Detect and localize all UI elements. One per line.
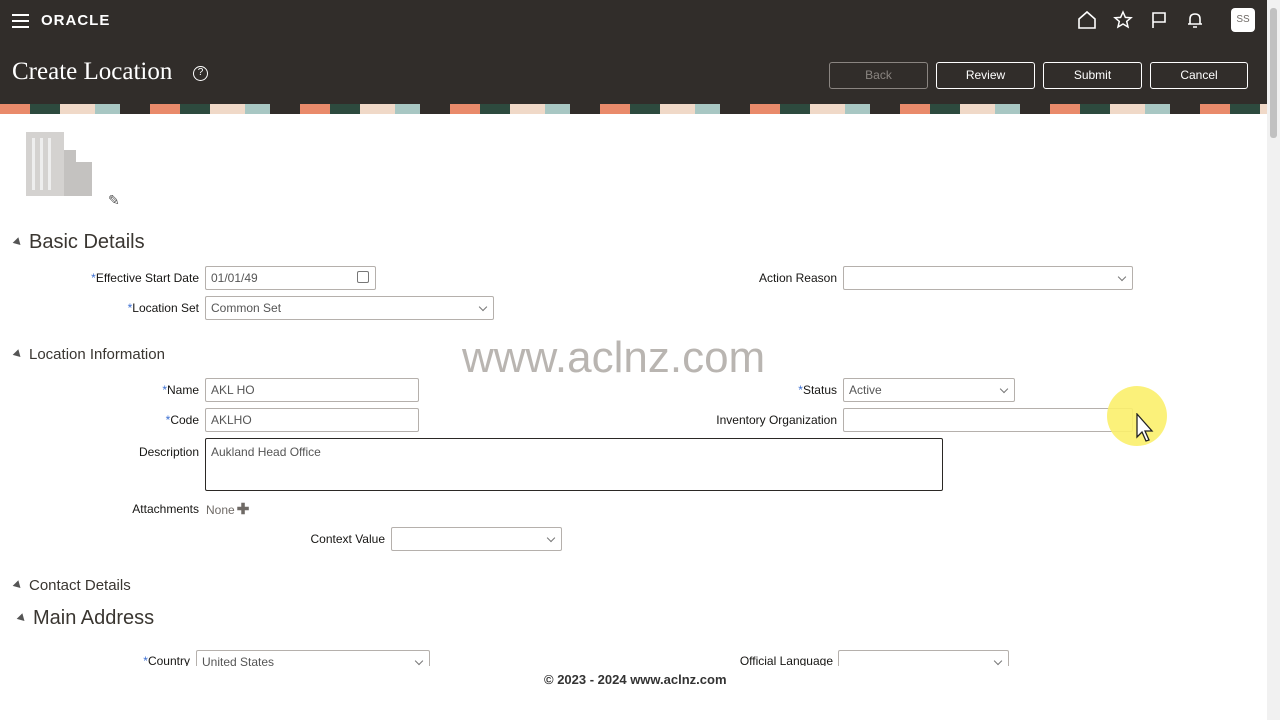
collapse-triangle-icon bbox=[12, 237, 24, 248]
chevron-down-icon bbox=[478, 302, 488, 312]
official-language-select[interactable] bbox=[838, 650, 1009, 666]
submit-button[interactable]: Submit bbox=[1043, 62, 1142, 89]
location-set-label: *Location Set bbox=[127, 301, 199, 315]
avatar[interactable]: SS bbox=[1231, 8, 1255, 32]
header-icons: SS bbox=[1077, 8, 1255, 32]
section-title: Basic Details bbox=[29, 231, 145, 253]
oracle-logo[interactable]: ORACLE bbox=[41, 12, 110, 29]
name-label: *Name bbox=[162, 383, 199, 397]
country-select[interactable]: United States bbox=[196, 650, 430, 666]
inventory-organization-select[interactable] bbox=[843, 408, 1133, 432]
chevron-down-icon bbox=[546, 533, 556, 543]
effective-start-date-field[interactable]: 01/01/49 bbox=[205, 266, 376, 290]
watermark: www.aclnz.com bbox=[462, 333, 766, 382]
section-basic-details[interactable]: Basic Details bbox=[12, 231, 145, 254]
edit-pencil-icon[interactable]: ✎ bbox=[108, 192, 120, 209]
section-title: Contact Details bbox=[29, 577, 131, 594]
section-main-address[interactable]: Main Address bbox=[16, 607, 155, 630]
status-select[interactable]: Active bbox=[843, 378, 1015, 402]
page-title: Create Location bbox=[12, 58, 173, 85]
action-reason-label: Action Reason bbox=[758, 271, 837, 285]
global-header: ORACLE SS Create Location ? Back Review … bbox=[0, 0, 1267, 104]
flag-icon[interactable] bbox=[1149, 10, 1169, 30]
star-icon[interactable] bbox=[1113, 10, 1133, 30]
action-reason-select[interactable] bbox=[843, 266, 1133, 290]
status-label: *Status bbox=[798, 383, 837, 397]
building-icon bbox=[24, 128, 94, 198]
attachments-value: None ✚ bbox=[206, 501, 250, 518]
section-title: Location Information bbox=[29, 346, 165, 363]
home-icon[interactable] bbox=[1077, 10, 1097, 30]
chevron-down-icon bbox=[993, 656, 1003, 666]
official-language-label: Official Language bbox=[739, 654, 833, 666]
section-title: Main Address bbox=[33, 607, 155, 629]
footer-copyright: © 2023 - 2024 www.aclnz.com bbox=[544, 672, 727, 687]
description-label: Description bbox=[138, 445, 199, 459]
bell-icon[interactable] bbox=[1185, 10, 1205, 30]
location-set-select[interactable]: Common Set bbox=[205, 296, 494, 320]
header-banner bbox=[0, 104, 1267, 114]
collapse-triangle-icon bbox=[16, 613, 28, 624]
help-icon[interactable]: ? bbox=[193, 66, 208, 81]
scrollbar-thumb[interactable] bbox=[1270, 8, 1277, 138]
inventory-organization-label: Inventory Organization bbox=[716, 413, 837, 427]
chevron-down-icon bbox=[1117, 272, 1127, 282]
description-textarea[interactable]: Aukland Head Office bbox=[205, 438, 943, 491]
back-button[interactable]: Back bbox=[829, 62, 928, 89]
context-value-label: Context Value bbox=[310, 532, 386, 546]
context-value-select[interactable] bbox=[391, 527, 562, 551]
attachments-label: Attachments bbox=[132, 502, 199, 516]
effective-start-date-label: *Effective Start Date bbox=[91, 271, 199, 285]
chevron-down-icon bbox=[414, 656, 424, 666]
calendar-icon[interactable] bbox=[357, 271, 369, 283]
menu-icon[interactable] bbox=[12, 14, 29, 28]
mouse-cursor-icon bbox=[1136, 412, 1156, 443]
collapse-triangle-icon bbox=[12, 349, 24, 360]
cancel-button[interactable]: Cancel bbox=[1150, 62, 1248, 89]
scrollbar[interactable] bbox=[1267, 0, 1280, 720]
chevron-down-icon bbox=[999, 384, 1009, 394]
code-label: *Code bbox=[165, 413, 199, 427]
code-input[interactable]: AKLHO bbox=[205, 408, 419, 432]
address-row: *Country United States Official Language bbox=[0, 650, 1267, 666]
name-input[interactable]: AKL HO bbox=[205, 378, 419, 402]
country-label: *Country bbox=[143, 654, 190, 666]
add-attachment-icon[interactable]: ✚ bbox=[237, 501, 250, 518]
section-contact-details[interactable]: Contact Details bbox=[12, 577, 131, 594]
section-location-information[interactable]: Location Information bbox=[12, 346, 165, 363]
collapse-triangle-icon bbox=[12, 580, 24, 591]
review-button[interactable]: Review bbox=[936, 62, 1035, 89]
